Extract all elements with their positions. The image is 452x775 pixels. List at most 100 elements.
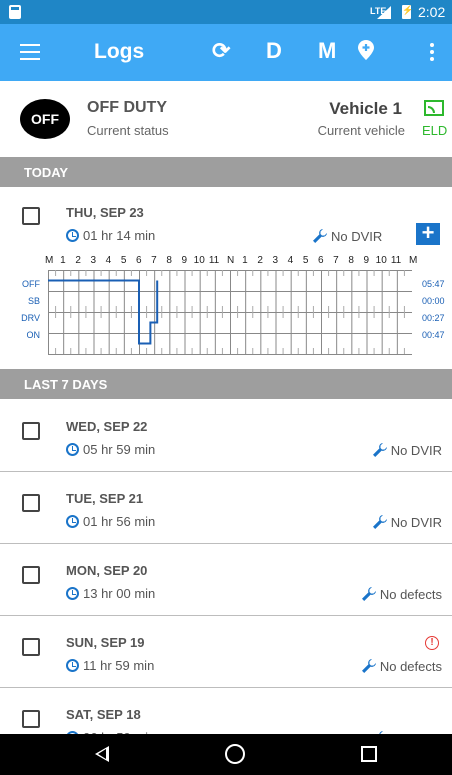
day-duration-text: 11 hr 59 min [83, 658, 155, 673]
graph-total-value: 00:27 [422, 313, 445, 323]
graph-hour-label: 8 [166, 255, 172, 266]
sync-icon[interactable]: ⟳ [212, 38, 230, 64]
eld-connected-icon[interactable] [424, 100, 444, 116]
day-dvir-status[interactable]: No DVIR [372, 442, 442, 458]
day-dvir-status[interactable]: No DVIR [372, 514, 442, 530]
day-duration: 11 hr 59 min [66, 658, 154, 673]
clock-icon [66, 587, 79, 600]
back-icon[interactable] [95, 746, 109, 762]
clock-icon [66, 229, 79, 242]
page-title: Logs [94, 40, 145, 63]
day-row[interactable]: TUE, SEP 21 01 hr 56 min No DVIR [0, 472, 452, 544]
today-duration-text: 01 hr 14 min [83, 228, 156, 243]
graph-hour-label: 5 [302, 255, 309, 266]
signal-icon [377, 6, 391, 19]
day-duration-text: 13 hr 00 min [83, 586, 156, 601]
wrench-icon [361, 659, 376, 673]
day-checkbox[interactable] [22, 566, 40, 584]
section-today: TODAY [0, 157, 452, 187]
graph-hour-label: 1 [60, 255, 66, 266]
hours-of-service-graph[interactable] [48, 270, 412, 356]
day-dvir-text: No defects [379, 659, 442, 674]
graph-hour-label: M [45, 255, 54, 266]
system-nav-bar [0, 734, 452, 775]
app-bar: Logs ⟳ D M [0, 24, 452, 81]
day-checkbox[interactable] [22, 638, 40, 656]
graph-hour-label: 10 [375, 255, 387, 266]
wrench-icon [313, 229, 327, 243]
graph-status-label: SB [27, 296, 40, 306]
graph-hour-label: 1 [242, 255, 248, 266]
graph-hour-label: 11 [208, 255, 220, 266]
wrench-icon [372, 515, 387, 529]
add-log-button[interactable]: + [416, 222, 440, 245]
graph-hour-label: 4 [105, 255, 112, 266]
graph-hour-label: 9 [363, 255, 370, 266]
menu-icon[interactable] [20, 44, 40, 60]
graph-hour-label: 8 [348, 255, 354, 266]
m-button[interactable]: M [318, 38, 336, 64]
system-status-bar: LTE 2:02 [0, 0, 452, 24]
graph-hour-label: 7 [151, 255, 157, 266]
section-last-7-days: LAST 7 DAYS [0, 369, 452, 399]
today-checkbox[interactable] [22, 207, 40, 225]
graph-hour-label: 11 [390, 255, 402, 266]
graph-hour-label: 10 [193, 255, 205, 266]
graph-hour-label: 2 [75, 255, 81, 266]
graph-hour-label: 3 [272, 255, 279, 266]
day-dvir-text: No DVIR [390, 443, 442, 458]
more-vert-icon[interactable] [430, 43, 434, 61]
status-header: OFF OFF DUTY Current status Vehicle 1 Cu… [0, 81, 452, 157]
day-dvir-status[interactable]: No defects [361, 658, 442, 674]
day-checkbox[interactable] [22, 422, 40, 440]
graph-hour-label: 4 [287, 255, 294, 266]
day-row[interactable]: WED, SEP 22 05 hr 59 min No DVIR [0, 400, 452, 472]
graph-hour-label: 2 [257, 255, 263, 266]
day-duration: 13 hr 00 min [66, 586, 155, 601]
vehicle-name[interactable]: Vehicle 1 [329, 99, 402, 119]
recents-icon[interactable] [361, 746, 377, 762]
today-day-label: THU, SEP 23 [66, 205, 144, 220]
day-label: SAT, SEP 18 [66, 707, 141, 722]
today-duration: 01 hr 14 min [66, 228, 155, 243]
day-label: SUN, SEP 19 [66, 635, 145, 650]
graph-total-value: 00:00 [422, 296, 445, 306]
graph-hour-label: 6 [318, 255, 324, 266]
graph-total-value: 05:47 [422, 279, 445, 289]
day-label: TUE, SEP 21 [66, 491, 144, 506]
graph-status-label: OFF [22, 279, 40, 289]
pin-plus-icon[interactable] [358, 40, 374, 60]
graph-status-label: DRV [21, 313, 40, 323]
day-label: WED, SEP 22 [66, 419, 148, 434]
graph-hour-label: 7 [333, 255, 339, 266]
graph-hour-label: 3 [90, 255, 97, 266]
wrench-icon [361, 587, 376, 601]
day-dvir-status[interactable]: No defects [361, 586, 442, 602]
app-screen: LTE 2:02 Logs ⟳ D M OFF OFF DUTY Current… [0, 0, 452, 775]
clock-icon [66, 659, 79, 672]
today-dvir-status[interactable]: No DVIR [312, 228, 382, 244]
day-duration-text: 01 hr 56 min [83, 514, 156, 529]
battery-icon [402, 5, 413, 19]
vehicle-subtitle: Current vehicle [317, 123, 405, 138]
wrench-icon [372, 443, 387, 457]
day-duration: 01 hr 56 min [66, 514, 155, 529]
day-row[interactable]: SUN, SEP 19 11 hr 59 min No defects! [0, 616, 452, 688]
graph-hour-label: 6 [136, 255, 142, 266]
day-dvir-text: No defects [379, 587, 442, 602]
clock-icon [66, 515, 79, 528]
clock-icon [66, 443, 79, 456]
graph-total-value: 00:47 [422, 330, 445, 340]
graph-status-label: ON [26, 330, 41, 340]
graph-hour-label: 9 [181, 255, 188, 266]
clock-time: 2:02 [418, 4, 446, 20]
day-checkbox[interactable] [22, 710, 40, 728]
alert-icon[interactable]: ! [425, 636, 439, 650]
day-checkbox[interactable] [22, 494, 40, 512]
eld-label: ELD [422, 123, 448, 138]
d-button[interactable]: D [266, 38, 282, 64]
day-duration-text: 05 hr 59 min [83, 442, 156, 457]
home-icon[interactable] [225, 744, 245, 764]
day-row[interactable]: MON, SEP 20 13 hr 00 min No defects [0, 544, 452, 616]
duty-status-badge[interactable]: OFF [20, 99, 70, 139]
